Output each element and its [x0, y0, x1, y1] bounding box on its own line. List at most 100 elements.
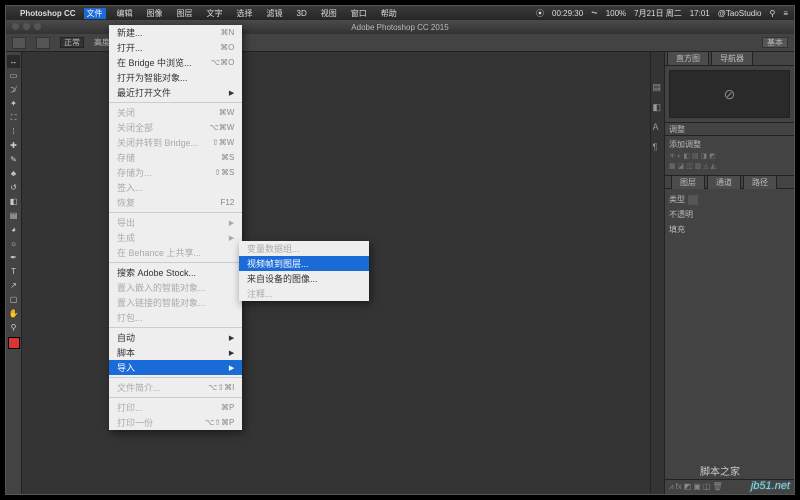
layer-filter-type[interactable]: 类型 [669, 194, 685, 205]
tool-preset-icon[interactable] [36, 37, 50, 49]
crop-tool[interactable]: ⛶ [7, 111, 20, 124]
tab-layers[interactable]: 图层 [671, 175, 705, 189]
mask-icon[interactable]: ◩ [684, 482, 692, 492]
menu-type[interactable]: 文字 [204, 8, 226, 19]
marquee-tool[interactable]: ▭ [7, 69, 20, 82]
date: 7月21日 周二 [634, 8, 682, 19]
menu-image[interactable]: 图像 [144, 8, 166, 19]
app-name[interactable]: Photoshop CC [20, 9, 76, 18]
menu-item[interactable]: 自动▶ [109, 330, 242, 345]
menu-item[interactable]: 新建...⌘N [109, 25, 242, 40]
menu-item: 在 Behance 上共享... [109, 245, 242, 260]
type-tool[interactable]: T [7, 265, 20, 278]
menu-item[interactable]: 来自设备的图像... [239, 271, 369, 286]
path-tool[interactable]: ↗ [7, 279, 20, 292]
menu-item[interactable]: 在 Bridge 中浏览...⌥⌘O [109, 55, 242, 70]
filter-icon[interactable] [688, 195, 698, 205]
blend-mode[interactable]: 正常 [60, 37, 84, 48]
collapsed-panels: ▤ ◧ A ¶ [650, 52, 664, 494]
menu-item: 变量数据组... [239, 241, 369, 256]
new-layer-icon[interactable]: ◫ [703, 482, 711, 492]
menu-item: 打印...⌘P [109, 400, 242, 415]
menu-window[interactable]: 窗口 [348, 8, 370, 19]
menu-item[interactable]: 打开...⌘O [109, 40, 242, 55]
menu-view[interactable]: 视图 [318, 8, 340, 19]
menu-item: 生成▶ [109, 230, 242, 245]
pen-tool[interactable]: ✒ [7, 251, 20, 264]
fill-label: 填充 [669, 224, 685, 235]
menu-item: 置入链接的智能对象... [109, 295, 242, 310]
ps-icon[interactable] [12, 37, 26, 49]
char-panel-icon[interactable]: A [653, 122, 663, 132]
menu-edit[interactable]: 编辑 [114, 8, 136, 19]
eraser-tool[interactable]: ◧ [7, 195, 20, 208]
zoom-tool[interactable]: ⚲ [7, 321, 20, 334]
menu-3d[interactable]: 3D [294, 9, 310, 18]
menu-item: 关闭全部⌥⌘W [109, 120, 242, 135]
traffic-lights[interactable] [12, 23, 41, 30]
menu-item: 打印一份⌥⇧⌘P [109, 415, 242, 430]
menu-item: 签入... [109, 180, 242, 195]
blur-tool[interactable]: ◕ [7, 223, 20, 236]
link-icon[interactable]: ⩘ [669, 482, 674, 492]
menu-item: 打包... [109, 310, 242, 325]
menu-file[interactable]: 文件 [84, 8, 106, 19]
search-icon[interactable]: ⚲ [769, 9, 775, 18]
menu-item: 关闭并转到 Bridge...⇧⌘W [109, 135, 242, 150]
move-tool[interactable]: ↔ [7, 55, 20, 68]
wifi-icon[interactable]: ⏦ [591, 8, 598, 18]
tab-adjustments[interactable]: 调整 [669, 124, 685, 135]
menu-icon[interactable]: ≡ [783, 9, 788, 18]
menu-layer[interactable]: 图层 [174, 8, 196, 19]
trash-icon[interactable]: 🗑 [712, 482, 722, 492]
workspace-preset[interactable]: 基本 [762, 37, 788, 48]
menu-item: 注释... [239, 286, 369, 301]
navigator-preview: ⊘ [669, 70, 790, 118]
adjustment-icons-2[interactable]: ▦ ◪ ◫ ▥ ◬ ◭ [669, 162, 790, 170]
menu-item: 存储为...⇧⌘S [109, 165, 242, 180]
window-title: Adobe Photoshop CC 2015 [351, 23, 448, 32]
mac-menubar: Photoshop CC 文件 编辑 图像 图层 文字 选择 滤镜 3D 视图 … [6, 6, 794, 20]
recording-icon: ⦿ [536, 8, 544, 19]
eyedropper-tool[interactable]: ⁞ [7, 125, 20, 138]
tab-channels[interactable]: 通道 [707, 175, 741, 189]
timer: 00:29:30 [552, 9, 583, 18]
menu-filter[interactable]: 滤镜 [264, 8, 286, 19]
dodge-tool[interactable]: ☼ [7, 237, 20, 250]
brush-tool[interactable]: ✎ [7, 153, 20, 166]
menu-item[interactable]: 打开为智能对象... [109, 70, 242, 85]
menu-item[interactable]: 导入▶ [109, 360, 242, 375]
add-adjustment-label: 添加调整 [669, 139, 790, 150]
menu-item: 恢复F12 [109, 195, 242, 210]
gradient-tool[interactable]: ▤ [7, 209, 20, 222]
history-brush-tool[interactable]: ↺ [7, 181, 20, 194]
toolbar: ↔ ▭ ⟉ ✦ ⛶ ⁞ ✚ ✎ ♣ ↺ ◧ ▤ ◕ ☼ ✒ T ↗ ▢ ✋ ⚲ [6, 52, 22, 494]
user-tag: @TaoStudio [718, 9, 762, 18]
menu-select[interactable]: 选择 [234, 8, 256, 19]
menu-item[interactable]: 搜索 Adobe Stock... [109, 265, 242, 280]
menu-item[interactable]: 最近打开文件▶ [109, 85, 242, 100]
color-swatch[interactable] [8, 337, 20, 349]
right-panels: 直方图 导航器 ⊘ 调整 添加调整 ☀ ◐ ◧ ▤ ◨ ◩ ▦ ◪ ◫ ▥ ◬ … [664, 52, 794, 494]
menu-item[interactable]: 视频帧到图层... [239, 256, 369, 271]
fx-icon[interactable]: fx [676, 482, 682, 492]
heal-tool[interactable]: ✚ [7, 139, 20, 152]
properties-panel-icon[interactable]: ◧ [653, 102, 663, 112]
adjustment-icons[interactable]: ☀ ◐ ◧ ▤ ◨ ◩ [669, 152, 790, 160]
para-panel-icon[interactable]: ¶ [653, 142, 663, 152]
menu-help[interactable]: 帮助 [378, 8, 400, 19]
history-panel-icon[interactable]: ▤ [653, 82, 663, 92]
folder-icon[interactable]: ▣ [693, 482, 701, 492]
wand-tool[interactable]: ✦ [7, 97, 20, 110]
shape-tool[interactable]: ▢ [7, 293, 20, 306]
tab-histogram[interactable]: 直方图 [667, 51, 709, 65]
watermark-url: jb51.net [751, 480, 790, 492]
opacity-label: 不透明 [669, 209, 693, 220]
import-submenu: 变量数据组...视频帧到图层...来自设备的图像...注释... [239, 241, 369, 301]
tab-paths[interactable]: 路径 [743, 175, 777, 189]
menu-item[interactable]: 脚本▶ [109, 345, 242, 360]
lasso-tool[interactable]: ⟉ [7, 83, 20, 96]
stamp-tool[interactable]: ♣ [7, 167, 20, 180]
tab-navigator[interactable]: 导航器 [711, 51, 753, 65]
hand-tool[interactable]: ✋ [7, 307, 20, 320]
